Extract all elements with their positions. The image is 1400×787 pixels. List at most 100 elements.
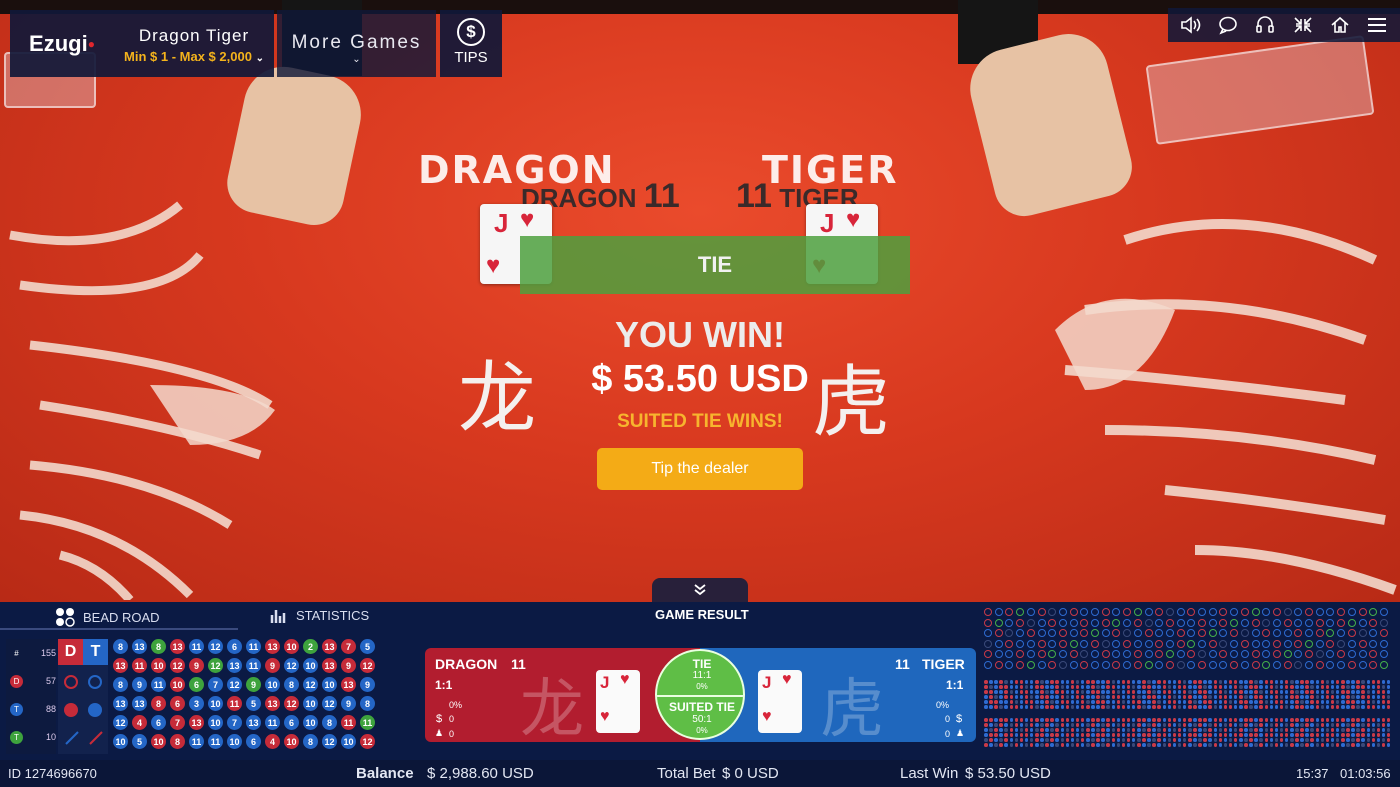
tips-button[interactable]: $ TIPS [440, 10, 502, 77]
game-selector[interactable]: Dragon Tiger Min $ 1 - Max $ 2,000 ⌄ [114, 10, 274, 77]
tie-pct: 0% [696, 682, 708, 691]
bead-road-cell: 9 [246, 677, 261, 692]
road-marker [1310, 743, 1314, 747]
road-marker [1376, 738, 1381, 742]
road-marker [1157, 733, 1161, 737]
road-marker [1091, 700, 1095, 704]
road-marker [1335, 680, 1340, 684]
road-marker [1182, 723, 1187, 727]
road-marker [994, 738, 998, 742]
road-marker [1376, 718, 1381, 722]
road-marker [1126, 738, 1131, 742]
road-marker [1198, 723, 1202, 727]
sound-icon[interactable] [1178, 12, 1204, 38]
road-marker [1351, 685, 1355, 689]
road-marker [1152, 718, 1156, 722]
road-marker [1050, 723, 1054, 727]
road-marker [1223, 690, 1228, 694]
road-marker [1014, 705, 1019, 709]
bead-road-cell: 9 [265, 658, 280, 673]
predict-tiger[interactable]: T [83, 639, 108, 665]
road-marker [1123, 660, 1132, 669]
road-marker [1335, 723, 1340, 727]
road-marker [989, 728, 993, 732]
road-marker [1198, 660, 1206, 669]
road-marker [1315, 723, 1319, 727]
road-marker [1193, 685, 1197, 689]
predict-dragon[interactable]: D [58, 639, 83, 665]
tip-dealer-button[interactable]: Tip the dealer [597, 448, 803, 490]
road-marker [984, 608, 992, 616]
tiger-result-char: 虎 [820, 673, 884, 742]
road-marker [1259, 700, 1263, 704]
road-marker [1155, 650, 1164, 658]
road-marker [1264, 718, 1268, 722]
road-marker [1177, 680, 1182, 684]
road-marker [1152, 690, 1156, 694]
road-marker [1274, 705, 1279, 709]
road-marker [1126, 723, 1131, 727]
road-marker [1272, 629, 1281, 637]
minimize-icon[interactable] [1290, 12, 1316, 38]
road-marker [1279, 738, 1284, 742]
bead-road-cell: 10 [284, 639, 299, 654]
home-icon[interactable] [1327, 12, 1353, 38]
road-marker [1060, 738, 1064, 742]
bead-road-cell: 10 [303, 658, 318, 673]
road-marker [1065, 685, 1070, 689]
road-marker [1152, 705, 1156, 709]
stat-value: 57 [45, 676, 56, 686]
road-marker [1172, 743, 1177, 747]
road-marker [1182, 743, 1187, 747]
road-marker [1029, 705, 1034, 709]
menu-icon[interactable] [1364, 12, 1390, 38]
road-marker [1233, 723, 1238, 727]
road-marker [1351, 738, 1355, 742]
road-marker [1101, 728, 1105, 732]
road-marker [1155, 639, 1164, 648]
support-icon[interactable] [1252, 12, 1278, 38]
road-marker [1335, 705, 1340, 709]
road-marker [1272, 639, 1281, 648]
road-marker [1346, 700, 1350, 704]
win-title: YOU WIN! [615, 314, 785, 355]
road-marker [1361, 700, 1365, 704]
more-games-button[interactable]: More Games ⌄ [277, 10, 436, 77]
road-marker [1029, 700, 1034, 704]
road-marker [1014, 695, 1019, 699]
road-marker [1219, 639, 1228, 648]
road-marker [1009, 700, 1013, 704]
road-marker [1152, 680, 1156, 684]
collapse-panel-button[interactable] [652, 578, 748, 602]
road-marker [1055, 680, 1059, 684]
road-marker [1106, 700, 1110, 704]
bead-road-cell: 13 [265, 696, 280, 711]
road-marker [1283, 660, 1292, 669]
road-marker [1213, 738, 1217, 742]
bead-road-cell: 12 [360, 734, 375, 749]
road-marker [1126, 743, 1131, 747]
road-marker [1014, 680, 1019, 684]
tab-bead-road[interactable]: BEAD ROAD [55, 607, 160, 627]
road-marker [1176, 660, 1185, 669]
tab-game-result[interactable]: GAME RESULT [655, 607, 749, 622]
road-marker [1040, 723, 1044, 727]
chat-icon[interactable] [1215, 12, 1241, 38]
bead-road-cell: 10 [322, 677, 337, 692]
road-marker [994, 650, 1003, 658]
road-marker [1356, 700, 1360, 704]
road-marker [1167, 680, 1172, 684]
tab-statistics[interactable]: STATISTICS [270, 607, 369, 623]
road-marker [1050, 680, 1054, 684]
road-marker [1045, 723, 1049, 727]
road-marker [1176, 618, 1185, 627]
road-marker [1294, 618, 1303, 627]
road-marker [984, 629, 992, 637]
bead-road-cell: 10 [284, 734, 299, 749]
road-marker [1300, 743, 1304, 747]
road-marker [1101, 650, 1110, 658]
road-marker [1305, 685, 1309, 689]
road-marker [1198, 629, 1206, 637]
road-marker [1219, 608, 1228, 616]
road-marker [1203, 700, 1207, 704]
